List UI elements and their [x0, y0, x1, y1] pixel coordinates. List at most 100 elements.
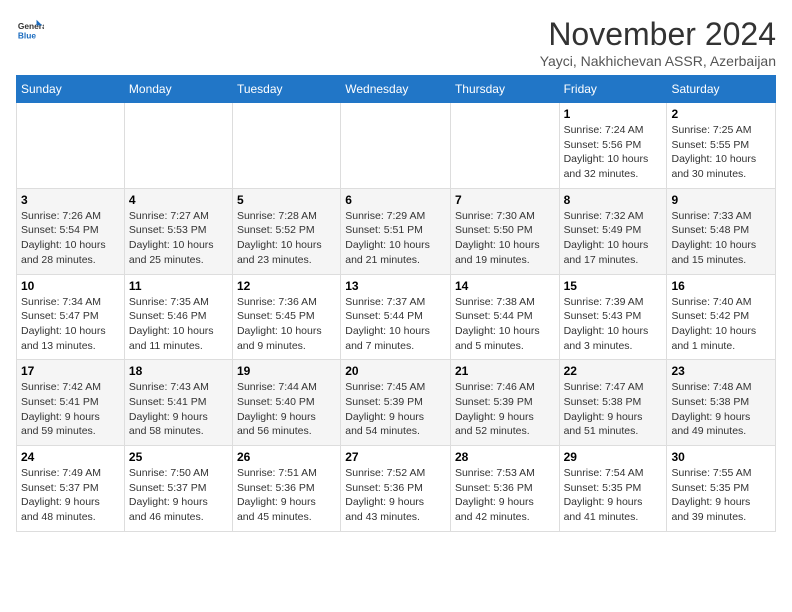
day-number: 2 [671, 107, 771, 121]
day-info: Sunrise: 7:46 AM Sunset: 5:39 PM Dayligh… [455, 380, 555, 439]
calendar-table: SundayMondayTuesdayWednesdayThursdayFrid… [16, 75, 776, 532]
calendar-week-row: 10Sunrise: 7:34 AM Sunset: 5:47 PM Dayli… [17, 274, 776, 360]
calendar-cell [450, 103, 559, 189]
day-info: Sunrise: 7:48 AM Sunset: 5:38 PM Dayligh… [671, 380, 771, 439]
calendar-cell: 12 Sunrise: 7:36 AM Sunset: 5:45 PM Dayli… [232, 274, 340, 360]
day-number: 12 [237, 279, 336, 293]
day-number: 25 [129, 450, 228, 464]
calendar-cell: 4Sunrise: 7:27 AM Sunset: 5:53 PM Daylig… [124, 188, 232, 274]
calendar-cell: 13 Sunrise: 7:37 AM Sunset: 5:44 PM Dayli… [341, 274, 451, 360]
day-number: 18 [129, 364, 228, 378]
calendar-cell: 29 Sunrise: 7:54 AM Sunset: 5:35 PM Dayli… [559, 446, 667, 532]
day-info: Sunrise: 7:53 AM Sunset: 5:36 PM Dayligh… [455, 466, 555, 525]
day-number: 28 [455, 450, 555, 464]
day-number: 15 [564, 279, 663, 293]
day-number: 19 [237, 364, 336, 378]
logo-icon: General Blue [16, 16, 44, 44]
day-info: Sunrise: 7:49 AM Sunset: 5:37 PM Dayligh… [21, 466, 120, 525]
day-number: 6 [345, 193, 446, 207]
day-info: Sunrise: 7:50 AM Sunset: 5:37 PM Dayligh… [129, 466, 228, 525]
calendar-cell: 6 Sunrise: 7:29 AM Sunset: 5:51 PM Daylig… [341, 188, 451, 274]
calendar-cell: 3 Sunrise: 7:26 AM Sunset: 5:54 PM Daylig… [17, 188, 125, 274]
calendar-cell: 19 Sunrise: 7:44 AM Sunset: 5:40 PM Dayli… [232, 360, 340, 446]
calendar-week-row: 3 Sunrise: 7:26 AM Sunset: 5:54 PM Daylig… [17, 188, 776, 274]
day-info: Sunrise: 7:24 AM Sunset: 5:56 PM Dayligh… [564, 123, 663, 182]
calendar-cell: 17 Sunrise: 7:42 AM Sunset: 5:41 PM Dayli… [17, 360, 125, 446]
calendar-week-row: 24 Sunrise: 7:49 AM Sunset: 5:37 PM Dayli… [17, 446, 776, 532]
calendar-cell: 1 Sunrise: 7:24 AM Sunset: 5:56 PM Daylig… [559, 103, 667, 189]
day-info: Sunrise: 7:45 AM Sunset: 5:39 PM Dayligh… [345, 380, 446, 439]
day-number: 11 [129, 279, 228, 293]
day-info: Sunrise: 7:37 AM Sunset: 5:44 PM Dayligh… [345, 295, 446, 354]
day-number: 9 [671, 193, 771, 207]
day-info: Sunrise: 7:43 AM Sunset: 5:41 PM Dayligh… [129, 380, 228, 439]
calendar-cell [17, 103, 125, 189]
day-number: 5 [237, 193, 336, 207]
day-info: Sunrise: 7:26 AM Sunset: 5:54 PM Dayligh… [21, 209, 120, 268]
weekday-header-saturday: Saturday [667, 76, 776, 103]
day-number: 21 [455, 364, 555, 378]
calendar-cell: 26 Sunrise: 7:51 AM Sunset: 5:36 PM Dayli… [232, 446, 340, 532]
day-info: Sunrise: 7:32 AM Sunset: 5:49 PM Dayligh… [564, 209, 663, 268]
day-number: 26 [237, 450, 336, 464]
month-title: November 2024 [540, 16, 776, 53]
calendar-cell: 7Sunrise: 7:30 AM Sunset: 5:50 PM Daylig… [450, 188, 559, 274]
calendar-cell: 8 Sunrise: 7:32 AM Sunset: 5:49 PM Daylig… [559, 188, 667, 274]
calendar-cell [341, 103, 451, 189]
day-info: Sunrise: 7:44 AM Sunset: 5:40 PM Dayligh… [237, 380, 336, 439]
weekday-header-monday: Monday [124, 76, 232, 103]
day-number: 8 [564, 193, 663, 207]
weekday-header-tuesday: Tuesday [232, 76, 340, 103]
calendar-header-row: SundayMondayTuesdayWednesdayThursdayFrid… [17, 76, 776, 103]
day-number: 7 [455, 193, 555, 207]
day-number: 3 [21, 193, 120, 207]
calendar-week-row: 1 Sunrise: 7:24 AM Sunset: 5:56 PM Daylig… [17, 103, 776, 189]
calendar-cell: 21 Sunrise: 7:46 AM Sunset: 5:39 PM Dayli… [450, 360, 559, 446]
day-number: 30 [671, 450, 771, 464]
calendar-cell: 2 Sunrise: 7:25 AM Sunset: 5:55 PM Daylig… [667, 103, 776, 189]
day-info: Sunrise: 7:25 AM Sunset: 5:55 PM Dayligh… [671, 123, 771, 182]
calendar-cell: 9 Sunrise: 7:33 AM Sunset: 5:48 PM Daylig… [667, 188, 776, 274]
day-info: Sunrise: 7:47 AM Sunset: 5:38 PM Dayligh… [564, 380, 663, 439]
day-number: 29 [564, 450, 663, 464]
weekday-header-thursday: Thursday [450, 76, 559, 103]
day-number: 17 [21, 364, 120, 378]
day-number: 23 [671, 364, 771, 378]
calendar-cell: 24 Sunrise: 7:49 AM Sunset: 5:37 PM Dayli… [17, 446, 125, 532]
day-number: 1 [564, 107, 663, 121]
calendar-cell: 28 Sunrise: 7:53 AM Sunset: 5:36 PM Dayli… [450, 446, 559, 532]
day-info: Sunrise: 7:54 AM Sunset: 5:35 PM Dayligh… [564, 466, 663, 525]
day-info: Sunrise: 7:39 AM Sunset: 5:43 PM Dayligh… [564, 295, 663, 354]
day-info: Sunrise: 7:29 AM Sunset: 5:51 PM Dayligh… [345, 209, 446, 268]
day-number: 13 [345, 279, 446, 293]
calendar-cell: 18 Sunrise: 7:43 AM Sunset: 5:41 PM Dayli… [124, 360, 232, 446]
logo: General Blue [16, 16, 44, 44]
day-info: Sunrise: 7:28 AM Sunset: 5:52 PM Dayligh… [237, 209, 336, 268]
weekday-header-wednesday: Wednesday [341, 76, 451, 103]
day-info: Sunrise: 7:42 AM Sunset: 5:41 PM Dayligh… [21, 380, 120, 439]
calendar-cell: 11 Sunrise: 7:35 AM Sunset: 5:46 PM Dayli… [124, 274, 232, 360]
day-number: 22 [564, 364, 663, 378]
day-info: Sunrise: 7:51 AM Sunset: 5:36 PM Dayligh… [237, 466, 336, 525]
calendar-week-row: 17 Sunrise: 7:42 AM Sunset: 5:41 PM Dayli… [17, 360, 776, 446]
day-info: Sunrise: 7:33 AM Sunset: 5:48 PM Dayligh… [671, 209, 771, 268]
calendar-cell: 30Sunrise: 7:55 AM Sunset: 5:35 PM Dayli… [667, 446, 776, 532]
day-number: 27 [345, 450, 446, 464]
page-header: General Blue November 2024 Yayci, Nakhic… [16, 16, 776, 69]
day-info: Sunrise: 7:34 AM Sunset: 5:47 PM Dayligh… [21, 295, 120, 354]
day-info: Sunrise: 7:27 AM Sunset: 5:53 PM Dayligh… [129, 209, 228, 268]
calendar-cell: 10Sunrise: 7:34 AM Sunset: 5:47 PM Dayli… [17, 274, 125, 360]
day-number: 24 [21, 450, 120, 464]
day-number: 14 [455, 279, 555, 293]
day-info: Sunrise: 7:40 AM Sunset: 5:42 PM Dayligh… [671, 295, 771, 354]
calendar-cell: 16 Sunrise: 7:40 AM Sunset: 5:42 PM Dayli… [667, 274, 776, 360]
calendar-cell: 5 Sunrise: 7:28 AM Sunset: 5:52 PM Daylig… [232, 188, 340, 274]
day-info: Sunrise: 7:38 AM Sunset: 5:44 PM Dayligh… [455, 295, 555, 354]
day-info: Sunrise: 7:36 AM Sunset: 5:45 PM Dayligh… [237, 295, 336, 354]
day-info: Sunrise: 7:35 AM Sunset: 5:46 PM Dayligh… [129, 295, 228, 354]
day-number: 20 [345, 364, 446, 378]
calendar-cell: 20 Sunrise: 7:45 AM Sunset: 5:39 PM Dayli… [341, 360, 451, 446]
title-area: November 2024 Yayci, Nakhichevan ASSR, A… [540, 16, 776, 69]
day-info: Sunrise: 7:52 AM Sunset: 5:36 PM Dayligh… [345, 466, 446, 525]
day-number: 16 [671, 279, 771, 293]
